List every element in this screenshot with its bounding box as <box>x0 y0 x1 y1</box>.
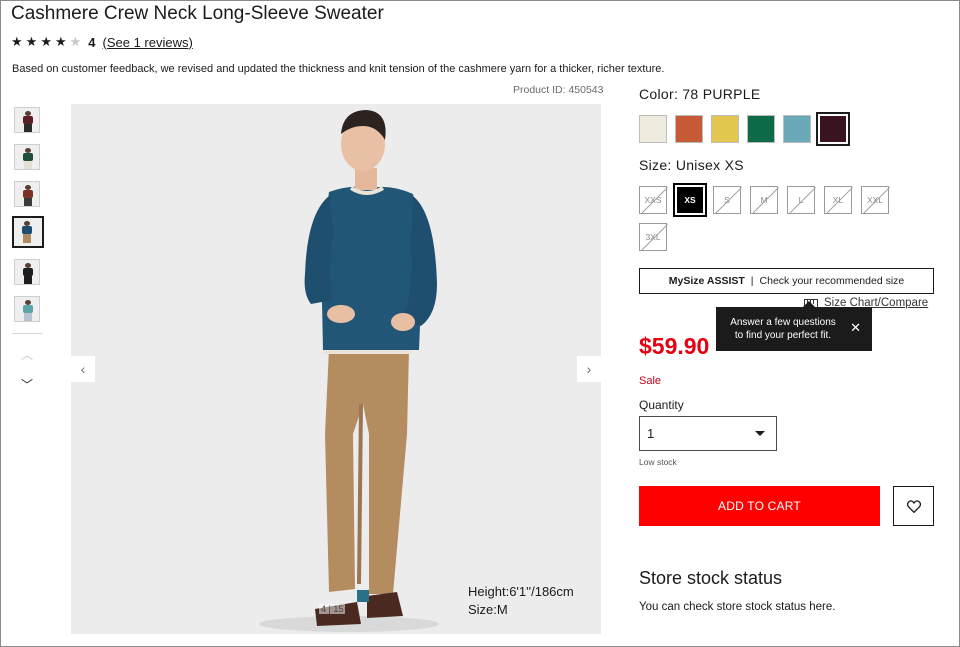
color-swatch-green[interactable] <box>747 115 775 143</box>
close-icon[interactable]: ✕ <box>850 320 861 336</box>
size-label: Size: Unisex XS <box>639 157 744 173</box>
size-options: XXS XS S M L XL XXL 3XL <box>639 183 899 251</box>
wishlist-button[interactable] <box>893 486 934 526</box>
fit-tooltip: Answer a few questions to find your perf… <box>716 301 872 351</box>
thumbnail-up-arrow-icon[interactable]: ︿ <box>14 346 40 364</box>
price: $59.90 <box>639 333 710 359</box>
mysize-brand: MySize ASSIST <box>668 275 745 287</box>
thumbnail-figure-body <box>23 116 33 124</box>
main-product-image: ‹ › 4 | 15 Height:6'1''/186cm Size:M <box>71 104 601 634</box>
thumbnail-6[interactable] <box>14 296 40 322</box>
star-empty-icon: ★ <box>69 34 82 49</box>
heart-icon <box>906 499 921 513</box>
thumbnail-3[interactable] <box>14 181 40 207</box>
color-swatch-off-white[interactable] <box>639 115 667 143</box>
product-title: Cashmere Crew Neck Long-Sleeve Sweater <box>11 3 384 24</box>
thumbnail-figure-legs <box>24 161 32 169</box>
caret-down-icon <box>755 431 765 436</box>
mysize-separator: | <box>750 275 754 287</box>
thumbnail-figure-body <box>22 226 32 234</box>
thumbnail-figure-body <box>23 268 33 276</box>
thumbnail-figure-legs <box>24 124 32 132</box>
thumbnail-figure-legs <box>23 234 31 243</box>
rating-row: ★ ★ ★ ★ ★ 4 (See 1 reviews) <box>11 34 193 50</box>
model-size: Size:M <box>468 602 508 617</box>
quantity-select[interactable]: 1 <box>639 416 777 451</box>
size-option-xxl[interactable]: XXL <box>861 186 889 214</box>
image-counter: 4 | 15 <box>319 604 346 614</box>
low-stock-note: Low stock <box>639 457 677 467</box>
product-id: Product ID: 450543 <box>513 84 604 96</box>
sale-badge: Sale <box>639 375 662 387</box>
size-option-l[interactable]: L <box>787 186 815 214</box>
reviews-link[interactable]: (See 1 reviews) <box>103 35 193 50</box>
size-option-xs[interactable]: XS <box>673 183 707 217</box>
thumbnail-figure-legs <box>24 276 32 284</box>
color-label: Color: 78 PURPLE <box>639 86 761 102</box>
model-caption: Height:6'1''/186cm Size:M <box>468 583 574 619</box>
thumbnail-down-arrow-icon[interactable]: ﹀ <box>14 376 40 394</box>
size-option-m[interactable]: M <box>750 186 778 214</box>
thumbnail-4[interactable] <box>12 216 44 248</box>
color-swatch-blue[interactable] <box>783 115 811 143</box>
thumbnail-figure-legs <box>24 313 32 321</box>
thumbnail-figure-body <box>23 153 33 161</box>
thumbnail-figure-legs <box>24 198 32 206</box>
color-swatch-purple[interactable] <box>816 112 850 146</box>
size-option-s[interactable]: S <box>713 186 741 214</box>
model-photo <box>259 110 439 632</box>
size-option-xxs[interactable]: XXS <box>639 186 667 214</box>
prev-image-button[interactable]: ‹ <box>71 356 95 382</box>
color-swatches <box>639 112 850 146</box>
thumbnail-5[interactable] <box>14 259 40 285</box>
mysize-assist-button[interactable]: MySize ASSIST | Check your recommended s… <box>639 268 934 294</box>
product-description: Based on customer feedback, we revised a… <box>12 63 665 75</box>
thumbnail-divider <box>12 333 42 334</box>
model-height: Height:6'1''/186cm <box>468 584 574 599</box>
next-image-button[interactable]: › <box>577 356 601 382</box>
mysize-text: Check your recommended size <box>759 275 905 287</box>
quantity-value: 1 <box>647 426 655 441</box>
star-icon: ★ <box>25 34 38 49</box>
size-option-3xl[interactable]: 3XL <box>639 223 667 251</box>
store-stock-desc: You can check store stock status here. <box>639 601 836 613</box>
rating-value: 4 <box>88 34 96 50</box>
size-option-xl[interactable]: XL <box>824 186 852 214</box>
thumbnail-2[interactable] <box>14 144 40 170</box>
color-swatch-yellow[interactable] <box>711 115 739 143</box>
quantity-label: Quantity <box>639 398 684 412</box>
store-stock-title: Store stock status <box>639 568 783 588</box>
add-to-cart-button[interactable]: ADD TO CART <box>639 486 880 526</box>
star-icon: ★ <box>11 34 23 49</box>
star-icon: ★ <box>40 34 52 49</box>
thumbnail-figure-body <box>23 190 33 198</box>
thumbnail-figure-body <box>23 305 33 313</box>
thumbnail-list: ︿ ﹀ <box>12 107 44 394</box>
star-icon: ★ <box>54 34 67 49</box>
thumbnail-1[interactable] <box>14 107 40 133</box>
color-swatch-orange[interactable] <box>675 115 703 143</box>
tooltip-text: Answer a few questions to find your perf… <box>730 317 836 341</box>
